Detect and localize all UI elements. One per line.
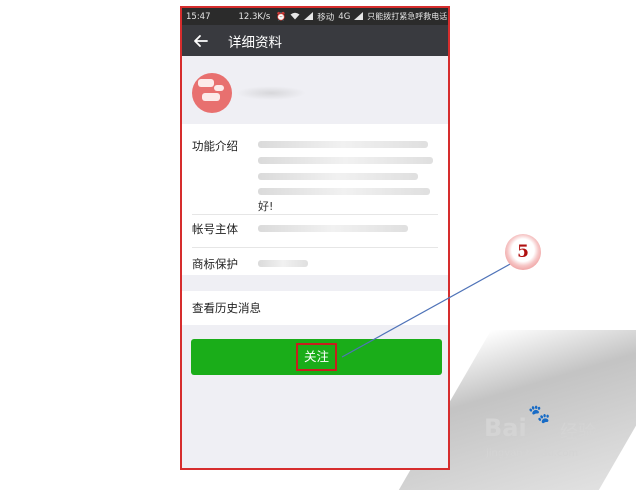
- step-callout: 5: [505, 234, 541, 270]
- watermark-logo: Bai: [484, 414, 527, 442]
- watermark-url: jingyan.baidu.com: [486, 448, 579, 459]
- watermark-logo-suffix: 经验: [560, 422, 596, 443]
- baidu-jingyan-watermark: Bai 🐾 经验 jingyan.baidu.com: [480, 404, 630, 468]
- step-number: 5: [517, 242, 529, 262]
- paw-icon: 🐾: [528, 404, 551, 425]
